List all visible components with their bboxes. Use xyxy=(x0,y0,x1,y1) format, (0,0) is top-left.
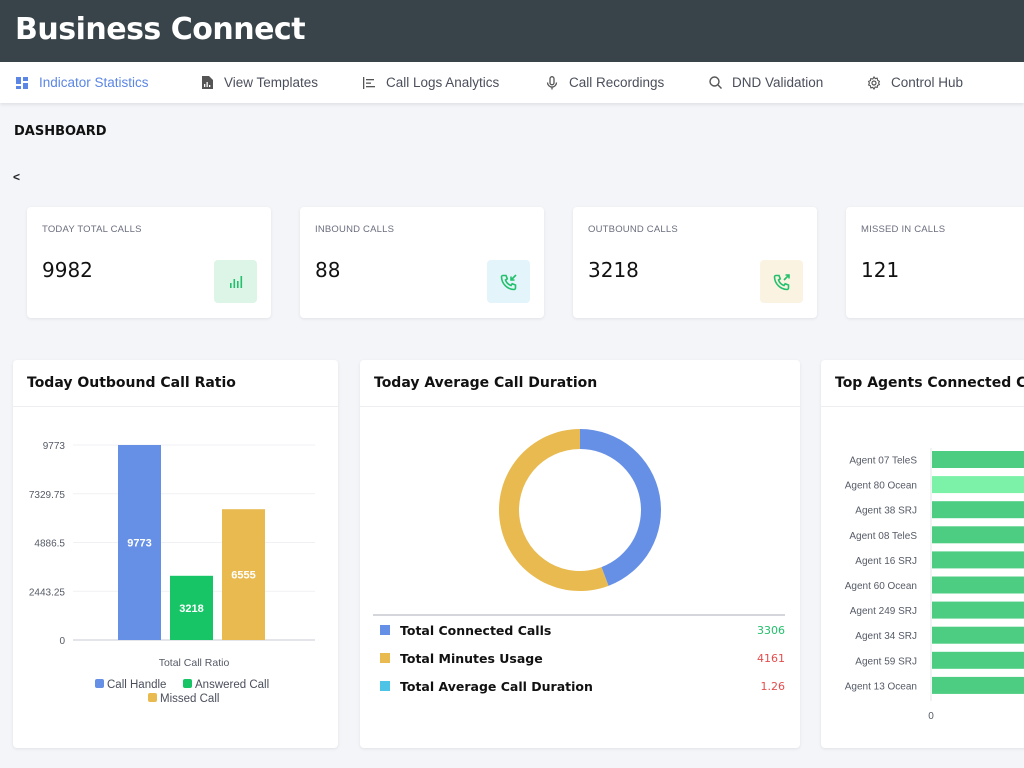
agent-bar xyxy=(932,476,1024,494)
nav-label: DND Validation xyxy=(732,75,824,90)
stat-card-inbound-calls: INBOUND CALLS 88 xyxy=(300,207,544,318)
nav-label: Call Logs Analytics xyxy=(386,75,500,90)
legend-row: Total Minutes Usage 4161 xyxy=(380,648,785,668)
nav-item-call-recordings[interactable]: Call Recordings xyxy=(545,62,664,103)
avg-duration-donut xyxy=(498,429,661,591)
top-agents-chart: Agent 07 TeleS Agent 80 Ocean Agent 38 SRJ… xyxy=(845,448,1024,722)
app-header: Business Connect xyxy=(0,0,1024,62)
outbound-ratio-chart: 0 2443.25 4886.5 7329.75 9773 9773 3218 6555 Tot… xyxy=(29,441,315,705)
panel-title: Today Average Call Duration xyxy=(374,375,598,391)
stat-label: INBOUND CALLS xyxy=(315,224,395,235)
bar-chart-icon xyxy=(214,260,257,303)
y-tick-label: 4886.5 xyxy=(34,539,65,550)
stat-label: OUTBOUND CALLS xyxy=(588,224,678,235)
agent-bar xyxy=(932,451,1024,468)
agent-label: Agent 38 SRJ xyxy=(855,506,917,517)
y-tick-label: 7329.75 xyxy=(29,490,66,501)
panel-outbound-call-ratio: Today Outbound Call Ratio 0 2443.25 4886.5… xyxy=(13,360,338,748)
phone-incoming-icon xyxy=(487,260,530,303)
legend-value: 1.26 xyxy=(760,679,786,693)
microphone-icon xyxy=(545,75,559,90)
agent-bar xyxy=(932,576,1024,594)
agent-label: Agent 59 SRJ xyxy=(855,656,917,667)
legend-label: Total Average Call Duration xyxy=(400,678,593,694)
main-nav: Indicator Statistics View Templates Call… xyxy=(0,62,1024,103)
legend-swatch xyxy=(95,679,104,688)
nav-item-control-hub[interactable]: Control Hub xyxy=(867,62,963,103)
agent-bar xyxy=(932,651,1024,669)
legend-swatch xyxy=(148,693,157,702)
agent-label: Agent 13 Ocean xyxy=(845,681,917,692)
agent-label: Agent 249 SRJ xyxy=(850,606,917,617)
gear-icon xyxy=(867,75,881,90)
agent-bar xyxy=(932,526,1024,544)
nav-item-call-logs-analytics[interactable]: Call Logs Analytics xyxy=(362,62,499,103)
donut-slice-total-minutes-usage xyxy=(498,429,609,591)
document-chart-icon xyxy=(200,76,214,90)
back-button[interactable]: < xyxy=(13,170,20,184)
dashboard-grid-icon xyxy=(15,76,29,90)
bar-data-label: 6555 xyxy=(231,570,255,582)
y-tick-label: 2443.25 xyxy=(29,587,66,598)
nav-item-view-templates[interactable]: View Templates xyxy=(200,62,318,103)
stat-label: MISSED IN CALLS xyxy=(861,224,946,235)
page-title: DASHBOARD xyxy=(14,124,107,139)
legend-value: 4161 xyxy=(757,651,785,665)
stat-label: TODAY TOTAL CALLS xyxy=(42,224,142,235)
panel-top-agents: Top Agents Connected Ca Agent 07 TeleS Ag… xyxy=(821,360,1024,748)
agent-bar xyxy=(932,551,1024,569)
stat-card-total-calls: TODAY TOTAL CALLS 9982 xyxy=(27,207,271,318)
panel-average-call-duration: Today Average Call Duration Total Connec… xyxy=(360,360,800,748)
donut-slice-total-connected-calls xyxy=(580,429,661,586)
legend-label: Answered Call xyxy=(195,679,269,691)
nav-label: View Templates xyxy=(224,75,319,90)
app-title: Business Connect xyxy=(15,12,306,47)
agent-label: Agent 34 SRJ xyxy=(855,631,917,642)
agent-bar xyxy=(932,501,1024,519)
x-axis-label: Total Call Ratio xyxy=(159,657,230,669)
x-tick-label: 0 xyxy=(928,711,934,722)
panel-title: Top Agents Connected Ca xyxy=(835,375,1024,391)
legend-swatch xyxy=(380,681,390,691)
stat-value: 9982 xyxy=(42,258,93,282)
legend-swatch xyxy=(380,625,390,635)
bar-list-icon xyxy=(362,76,376,90)
stat-value: 3218 xyxy=(588,258,639,282)
stat-card-outbound-calls: OUTBOUND CALLS 3218 xyxy=(573,207,817,318)
stat-value: 88 xyxy=(315,258,341,282)
panel-title: Today Outbound Call Ratio xyxy=(27,375,236,391)
legend-row: Total Connected Calls 3306 xyxy=(380,620,785,640)
bar-data-label: 9773 xyxy=(127,538,151,550)
legend-row: Total Average Call Duration 1.26 xyxy=(380,676,785,696)
agent-bar xyxy=(932,601,1024,619)
agent-label: Agent 07 TeleS xyxy=(849,456,917,467)
agent-bar xyxy=(932,676,1024,694)
legend-label: Total Minutes Usage xyxy=(400,650,543,666)
legend-label: Total Connected Calls xyxy=(400,622,552,638)
y-tick-label: 0 xyxy=(59,636,65,647)
legend-value: 3306 xyxy=(757,623,785,637)
legend-label: Missed Call xyxy=(160,693,219,705)
bar-data-label: 3218 xyxy=(179,603,203,615)
nav-item-indicator-statistics[interactable]: Indicator Statistics xyxy=(15,62,149,103)
nav-item-dnd-validation[interactable]: DND Validation xyxy=(708,62,823,103)
agent-bar xyxy=(932,626,1024,644)
agent-label: Agent 60 Ocean xyxy=(845,581,917,592)
agent-label: Agent 80 Ocean xyxy=(845,481,917,492)
nav-label: Control Hub xyxy=(891,75,964,90)
y-tick-label: 9773 xyxy=(43,441,66,452)
stat-value: 121 xyxy=(861,258,900,282)
phone-outgoing-icon xyxy=(760,260,803,303)
nav-label: Indicator Statistics xyxy=(39,75,149,90)
search-icon xyxy=(708,76,722,90)
stat-card-missed-calls: MISSED IN CALLS 121 xyxy=(846,207,1024,318)
legend-swatch xyxy=(380,653,390,663)
nav-label: Call Recordings xyxy=(569,75,665,90)
agent-label: Agent 08 TeleS xyxy=(849,531,917,542)
agent-label: Agent 16 SRJ xyxy=(855,556,917,567)
legend-label: Call Handle xyxy=(107,679,166,691)
legend-divider xyxy=(373,614,785,616)
legend-swatch xyxy=(183,679,192,688)
